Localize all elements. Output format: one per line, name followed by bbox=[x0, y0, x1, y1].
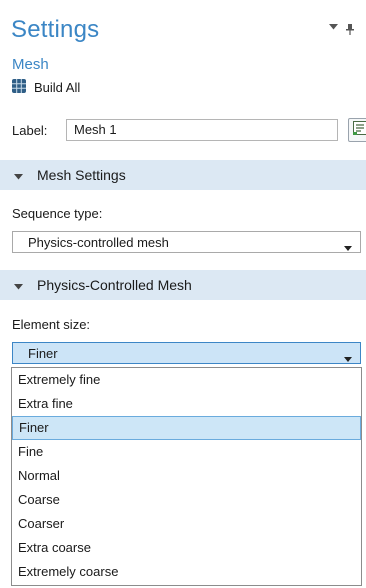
label-row: Label: Mesh 1 bbox=[12, 118, 366, 144]
caret-down-icon bbox=[344, 350, 352, 365]
dropdown-option[interactable]: Extremely fine bbox=[12, 368, 361, 392]
sequence-type-value: Physics-controlled mesh bbox=[28, 234, 169, 250]
dropdown-option[interactable]: Coarser bbox=[12, 512, 361, 536]
dropdown-option[interactable]: Extra fine bbox=[12, 392, 361, 416]
panel-title: Settings bbox=[11, 16, 100, 43]
caret-down-icon bbox=[344, 239, 352, 254]
label-field-caption: Label: bbox=[12, 123, 48, 138]
sequence-type-select[interactable]: Physics-controlled mesh bbox=[12, 231, 361, 253]
section-mesh-settings[interactable]: Mesh Settings bbox=[0, 160, 366, 190]
edit-label-button[interactable] bbox=[348, 118, 366, 142]
element-size-value: Finer bbox=[28, 345, 58, 361]
triangle-down-icon bbox=[14, 277, 23, 293]
dropdown-option[interactable]: Fine bbox=[12, 440, 361, 464]
dropdown-option-selected[interactable]: Finer bbox=[12, 416, 361, 440]
build-all-label: Build All bbox=[34, 80, 81, 95]
label-input[interactable]: Mesh 1 bbox=[66, 119, 338, 141]
dropdown-option[interactable]: Normal bbox=[12, 464, 361, 488]
dropdown-option[interactable]: Coarse bbox=[12, 488, 361, 512]
element-size-select[interactable]: Finer bbox=[12, 342, 361, 364]
element-size-label: Element size: bbox=[12, 317, 91, 332]
pin-icon[interactable] bbox=[346, 24, 356, 35]
build-all-button[interactable]: Build All bbox=[12, 79, 80, 96]
panel-header-controls bbox=[329, 24, 356, 35]
section-title: Mesh Settings bbox=[37, 167, 126, 183]
dropdown-option[interactable]: Extra coarse bbox=[12, 536, 361, 560]
triangle-down-icon bbox=[14, 167, 23, 183]
section-physics-controlled-mesh[interactable]: Physics-Controlled Mesh bbox=[0, 270, 366, 300]
section-title: Physics-Controlled Mesh bbox=[37, 277, 192, 293]
build-all-icon bbox=[12, 79, 26, 96]
panel-menu-chevron-icon[interactable] bbox=[329, 24, 339, 34]
element-size-dropdown-list: Extremely fine Extra fine Finer Fine Nor… bbox=[11, 367, 362, 586]
edit-label-icon bbox=[352, 120, 366, 141]
dropdown-option[interactable]: Extremely coarse bbox=[12, 560, 361, 584]
sequence-type-label: Sequence type: bbox=[12, 206, 103, 221]
panel-subtitle: Mesh bbox=[12, 56, 49, 73]
